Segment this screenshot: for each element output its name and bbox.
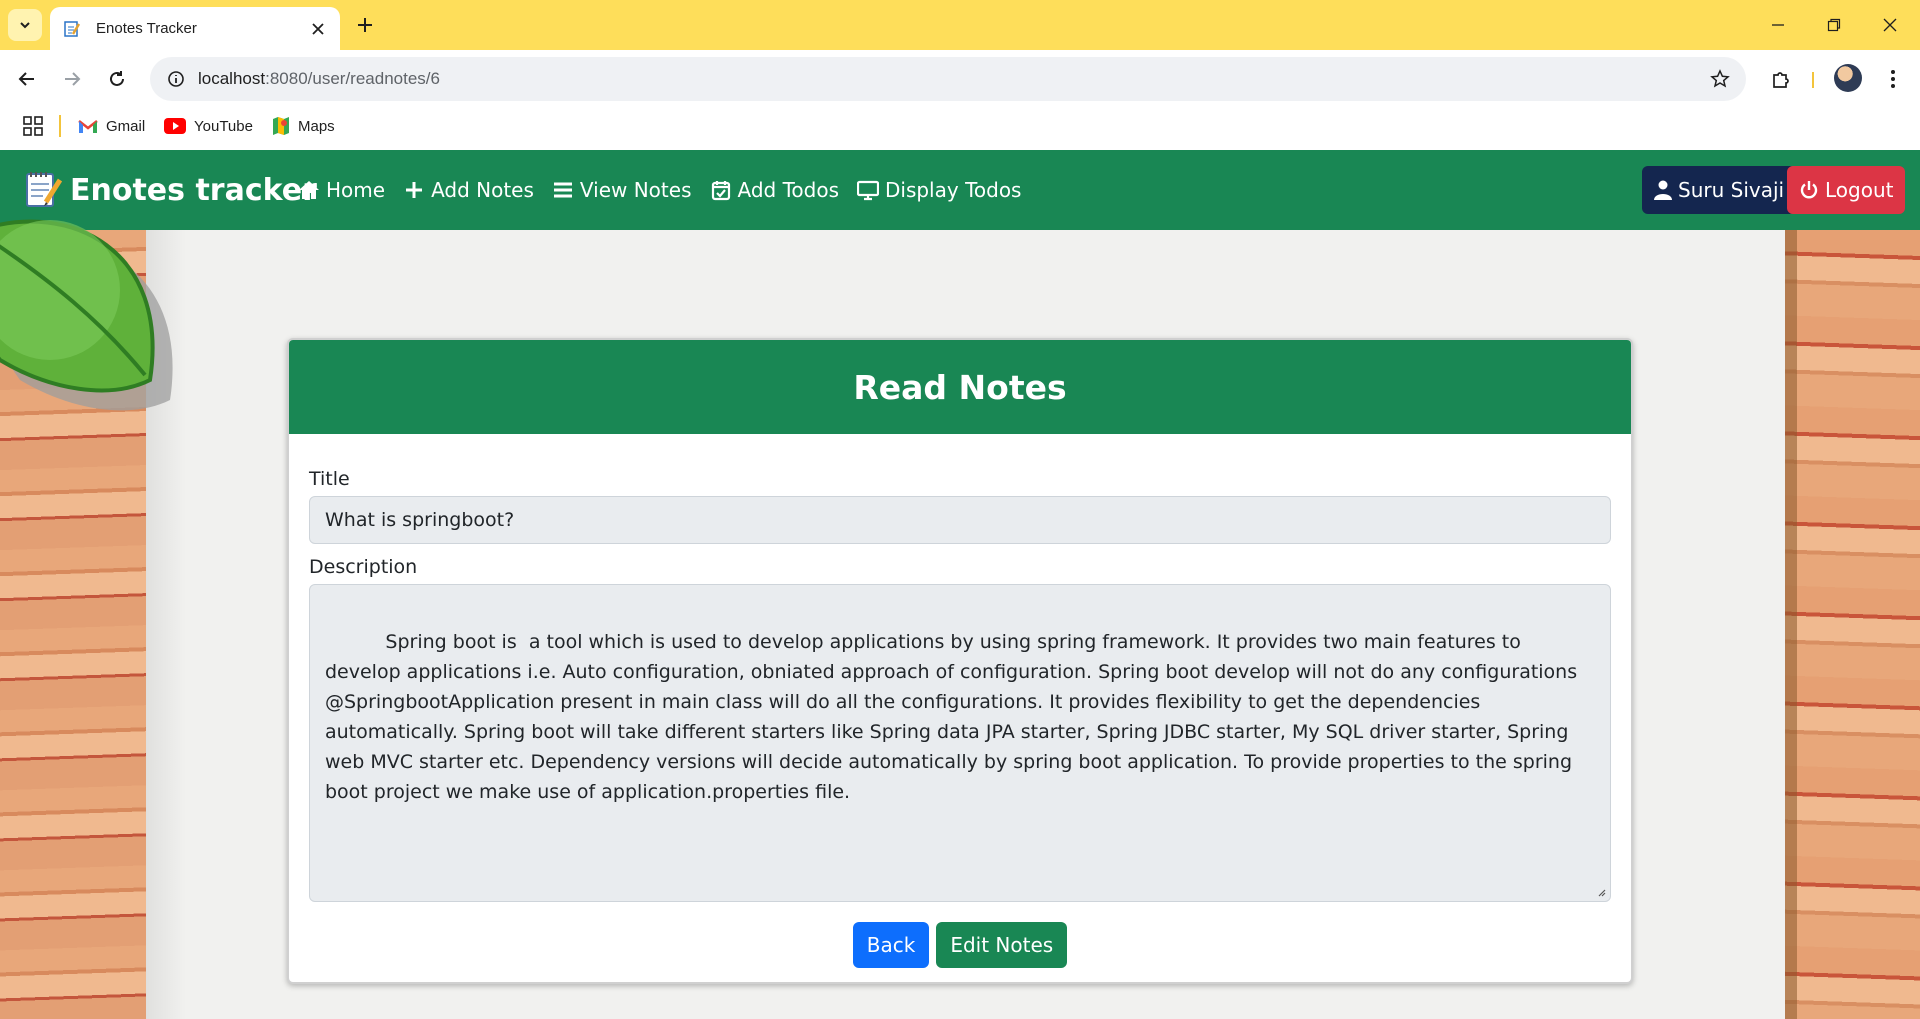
forward-nav-button[interactable] bbox=[55, 62, 89, 96]
maps-icon bbox=[273, 117, 289, 135]
arrow-right-icon bbox=[65, 72, 81, 86]
address-bar[interactable]: localhost:8080/user/readnotes/6 bbox=[150, 57, 1746, 101]
back-button[interactable]: Back bbox=[852, 922, 930, 968]
power-icon bbox=[1800, 181, 1818, 199]
toolbar-separator bbox=[1812, 72, 1814, 88]
user-name: Suru Sivaji bbox=[1678, 178, 1785, 202]
page: Enotes tracker Home Add Notes View Notes… bbox=[0, 150, 1920, 1019]
restore-icon bbox=[1827, 18, 1841, 32]
url-host: localhost bbox=[198, 69, 266, 88]
calendar-check-icon bbox=[711, 181, 730, 201]
nav-home[interactable]: Home bbox=[298, 178, 385, 202]
description-text: Spring boot is a tool which is used to d… bbox=[325, 631, 1584, 803]
extensions-button[interactable] bbox=[1764, 62, 1798, 96]
resize-grip-icon[interactable] bbox=[1596, 887, 1606, 897]
gmail-icon bbox=[78, 120, 98, 133]
url-text[interactable]: localhost:8080/user/readnotes/6 bbox=[198, 69, 440, 89]
url-path: :8080/user/readnotes/6 bbox=[265, 69, 440, 88]
bookmark-maps[interactable]: Maps bbox=[272, 112, 335, 140]
browser-toolbar: localhost:8080/user/readnotes/6 bbox=[0, 50, 1920, 108]
list-icon bbox=[553, 182, 572, 198]
minimize-icon bbox=[1772, 24, 1784, 26]
home-icon bbox=[299, 181, 319, 199]
plus-icon bbox=[358, 18, 372, 32]
user-profile-button[interactable]: Suru Sivaji bbox=[1642, 166, 1797, 214]
logout-label: Logout bbox=[1825, 178, 1894, 202]
description-textarea[interactable]: Spring boot is a tool which is used to d… bbox=[309, 584, 1611, 902]
notepad-favicon-icon bbox=[62, 19, 82, 39]
puzzle-icon bbox=[1773, 72, 1789, 88]
arrow-left-icon bbox=[18, 72, 34, 86]
logout-button[interactable]: Logout bbox=[1787, 166, 1906, 214]
tab-title: Enotes Tracker bbox=[96, 20, 197, 37]
restore-button[interactable] bbox=[1806, 0, 1862, 50]
bookmark-youtube[interactable]: YouTube bbox=[164, 112, 253, 140]
close-window-button[interactable] bbox=[1862, 0, 1918, 50]
background-illustration: Read Notes Title What is springboot? Des… bbox=[0, 219, 1920, 1019]
nav-display-todos-label: Display Todos bbox=[884, 178, 1022, 202]
menu-button[interactable] bbox=[1876, 62, 1910, 96]
wood-panel-edge bbox=[1785, 230, 1797, 1019]
back-nav-button[interactable] bbox=[10, 62, 44, 96]
youtube-icon bbox=[164, 118, 186, 134]
notepad-logo-icon bbox=[26, 172, 63, 207]
bookmark-youtube-label: YouTube bbox=[194, 117, 253, 135]
nav-view-notes-label: View Notes bbox=[579, 178, 692, 202]
apps-grid-icon[interactable] bbox=[22, 115, 44, 137]
bookmarks-separator bbox=[59, 115, 61, 137]
profile-avatar[interactable] bbox=[1834, 64, 1862, 92]
title-field[interactable]: What is springboot? bbox=[309, 496, 1611, 544]
nav-links: Home Add Notes View Notes Add Todos Disp… bbox=[298, 150, 1021, 230]
card-header: Read Notes bbox=[289, 340, 1631, 434]
brand[interactable]: Enotes tracker bbox=[22, 168, 317, 212]
browser-tab[interactable]: Enotes Tracker bbox=[50, 7, 340, 50]
plus-icon bbox=[406, 182, 423, 198]
nav-view-notes[interactable]: View Notes bbox=[552, 178, 692, 202]
description-label: Description bbox=[309, 556, 418, 578]
browser-tab-strip: Enotes Tracker bbox=[0, 0, 1920, 50]
nav-add-todos[interactable]: Add Todos bbox=[710, 178, 839, 202]
bookmark-gmail[interactable]: Gmail bbox=[78, 112, 145, 140]
bookmark-star-icon[interactable] bbox=[1708, 67, 1732, 91]
nav-display-todos[interactable]: Display Todos bbox=[856, 178, 1022, 202]
chevron-down-icon bbox=[20, 22, 30, 29]
app-navbar: Enotes tracker Home Add Notes View Notes… bbox=[0, 150, 1920, 230]
user-icon bbox=[1654, 180, 1672, 200]
reload-button[interactable] bbox=[100, 62, 134, 96]
nav-home-label: Home bbox=[326, 178, 386, 202]
card-actions: Back Edit Notes bbox=[309, 922, 1611, 968]
wood-panel-right bbox=[1785, 230, 1920, 1019]
reload-icon bbox=[110, 71, 124, 86]
leaf-decoration bbox=[0, 219, 173, 411]
new-tab-button[interactable] bbox=[350, 10, 380, 40]
read-notes-card: Read Notes Title What is springboot? Des… bbox=[287, 338, 1633, 984]
minimize-button[interactable] bbox=[1750, 0, 1806, 50]
close-icon bbox=[1883, 18, 1897, 32]
site-info-icon[interactable] bbox=[154, 57, 198, 101]
bookmark-maps-label: Maps bbox=[298, 117, 335, 135]
monitor-icon bbox=[856, 180, 879, 201]
nav-add-notes-label: Add Notes bbox=[431, 178, 534, 202]
nav-add-todos-label: Add Todos bbox=[737, 178, 839, 202]
bookmark-gmail-label: Gmail bbox=[106, 117, 146, 135]
brand-name: Enotes tracker bbox=[70, 172, 317, 208]
tab-close-icon[interactable] bbox=[308, 19, 328, 39]
card-body: Title What is springboot? Description Sp… bbox=[289, 434, 1631, 968]
nav-add-notes[interactable]: Add Notes bbox=[403, 178, 534, 202]
title-label: Title bbox=[309, 468, 350, 490]
tab-search-button[interactable] bbox=[8, 9, 42, 41]
edit-notes-button[interactable]: Edit Notes bbox=[936, 922, 1068, 968]
kebab-menu-icon bbox=[1891, 70, 1895, 88]
